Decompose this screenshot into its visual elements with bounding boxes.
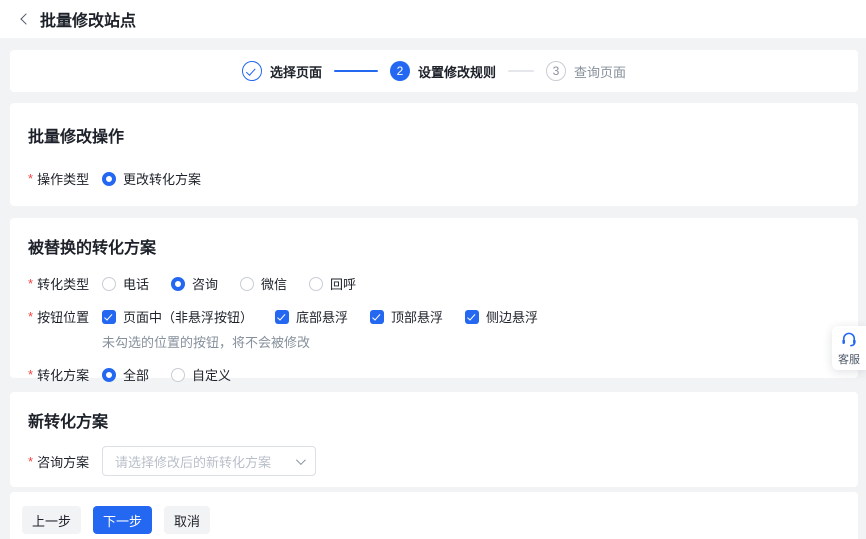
check-icon — [246, 65, 256, 75]
checkbox-label: 顶部悬浮 — [391, 307, 443, 326]
section-new-plan: 新转化方案 * 咨询方案 请选择修改后的新转化方案 — [10, 392, 858, 487]
radio-label: 微信 — [261, 274, 287, 293]
title-bar: 批量修改站点 — [0, 0, 866, 38]
back-chevron-icon — [20, 13, 31, 24]
checkbox-top-float[interactable]: 顶部悬浮 — [370, 307, 443, 326]
radio-unchecked-icon — [309, 277, 323, 291]
section-heading: 新转化方案 — [28, 412, 840, 434]
radio-unchecked-icon — [102, 277, 116, 291]
step-3-label: 查询页面 — [574, 62, 626, 81]
consult-plan-row: * 咨询方案 请选择修改后的新转化方案 — [28, 446, 840, 476]
steps-bar: 选择页面 2 设置修改规则 3 查询页面 — [10, 50, 858, 92]
prev-step-button[interactable]: 上一步 — [22, 506, 81, 534]
step-3-number: 3 — [553, 64, 560, 78]
radio-checked-icon — [102, 368, 116, 382]
required-mark: * — [28, 309, 33, 324]
checkbox-label: 侧边悬浮 — [486, 307, 538, 326]
consult-plan-label: * 咨询方案 — [28, 452, 102, 471]
step-3-query-pages: 3 查询页面 — [546, 61, 626, 81]
conversion-type-options: 电话 咨询 微信 回呼 — [102, 274, 356, 293]
radio-phone[interactable]: 电话 — [102, 274, 149, 293]
checkbox-checked-icon — [370, 310, 384, 324]
checkbox-in-page[interactable]: 页面中（非悬浮按钮） — [102, 307, 253, 326]
operation-type-label: * 操作类型 — [28, 169, 102, 188]
step-1-select-pages: 选择页面 — [242, 61, 322, 81]
button-position-row: * 按钮位置 页面中（非悬浮按钮） 底部悬浮 顶部悬浮 侧边悬浮 — [28, 307, 840, 326]
radio-unchecked-icon — [240, 277, 254, 291]
cancel-button[interactable]: 取消 — [164, 506, 210, 534]
checkbox-bottom-float[interactable]: 底部悬浮 — [275, 307, 348, 326]
step-2-label: 设置修改规则 — [418, 62, 496, 81]
checkbox-label: 页面中（非悬浮按钮） — [123, 307, 253, 326]
radio-change-conversion-plan[interactable]: 更改转化方案 — [102, 169, 201, 188]
conversion-type-row: * 转化类型 电话 咨询 微信 回呼 — [28, 274, 840, 293]
radio-callback[interactable]: 回呼 — [309, 274, 356, 293]
checkbox-side-float[interactable]: 侧边悬浮 — [465, 307, 538, 326]
section-replaced-plan: 被替换的转化方案 * 转化类型 电话 咨询 微信 回呼 — [10, 218, 858, 378]
radio-label: 全部 — [123, 365, 149, 384]
label-text: 转化方案 — [37, 365, 89, 384]
check-icon — [104, 312, 112, 321]
step-1-done-circle — [242, 61, 262, 81]
page-title: 批量修改站点 — [40, 7, 136, 31]
section-heading: 被替换的转化方案 — [28, 238, 840, 260]
section-batch-operation: 批量修改操作 * 操作类型 更改转化方案 — [10, 103, 858, 206]
conversion-plan-options: 全部 自定义 — [102, 365, 231, 384]
label-text: 转化类型 — [37, 274, 89, 293]
step-2-number: 2 — [397, 64, 404, 78]
operation-type-options: 更改转化方案 — [102, 169, 201, 188]
headset-icon — [840, 330, 858, 348]
conversion-plan-label: * 转化方案 — [28, 365, 102, 384]
section-heading: 批量修改操作 — [28, 127, 840, 149]
checkbox-checked-icon — [102, 310, 116, 324]
button-position-label: * 按钮位置 — [28, 307, 102, 326]
label-text: 操作类型 — [37, 169, 89, 188]
radio-label: 更改转化方案 — [123, 169, 201, 188]
radio-unchecked-icon — [171, 368, 185, 382]
checkbox-label: 底部悬浮 — [296, 307, 348, 326]
checkbox-checked-icon — [275, 310, 289, 324]
button-position-options: 页面中（非悬浮按钮） 底部悬浮 顶部悬浮 侧边悬浮 — [102, 307, 538, 326]
radio-checked-icon — [171, 277, 185, 291]
required-mark: * — [28, 454, 33, 469]
radio-label: 回呼 — [330, 274, 356, 293]
radio-label: 自定义 — [192, 365, 231, 384]
required-mark: * — [28, 171, 33, 186]
radio-custom[interactable]: 自定义 — [171, 365, 231, 384]
label-text: 按钮位置 — [37, 307, 89, 326]
customer-service-label: 客服 — [838, 351, 860, 367]
step-3-pending-circle: 3 — [546, 61, 566, 81]
radio-label: 咨询 — [192, 274, 218, 293]
step-connector-pending — [508, 70, 534, 72]
check-icon — [467, 312, 475, 321]
chevron-down-icon — [296, 455, 306, 465]
new-plan-select[interactable]: 请选择修改后的新转化方案 — [102, 446, 316, 476]
conversion-type-label: * 转化类型 — [28, 274, 102, 293]
step-1-label: 选择页面 — [270, 62, 322, 81]
operation-type-row: * 操作类型 更改转化方案 — [28, 169, 840, 188]
step-connector-done — [334, 70, 378, 72]
select-placeholder: 请选择修改后的新转化方案 — [115, 452, 271, 471]
checkbox-checked-icon — [465, 310, 479, 324]
footer-actions: 上一步 下一步 取消 — [10, 492, 858, 539]
required-mark: * — [28, 276, 33, 291]
check-icon — [372, 312, 380, 321]
next-step-button[interactable]: 下一步 — [93, 506, 152, 534]
label-text: 咨询方案 — [37, 452, 89, 471]
position-hint: 未勾选的位置的按钮，将不会被修改 — [102, 332, 840, 351]
back-button[interactable] — [18, 11, 34, 27]
radio-checked-icon — [102, 172, 116, 186]
customer-service-widget[interactable]: 客服 — [832, 326, 866, 370]
radio-label: 电话 — [123, 274, 149, 293]
check-icon — [277, 312, 285, 321]
radio-wechat[interactable]: 微信 — [240, 274, 287, 293]
step-2-active-circle: 2 — [390, 61, 410, 81]
conversion-plan-row: * 转化方案 全部 自定义 — [28, 365, 840, 384]
required-mark: * — [28, 367, 33, 382]
radio-all[interactable]: 全部 — [102, 365, 149, 384]
step-2-set-rules: 2 设置修改规则 — [390, 61, 496, 81]
radio-consult[interactable]: 咨询 — [171, 274, 218, 293]
